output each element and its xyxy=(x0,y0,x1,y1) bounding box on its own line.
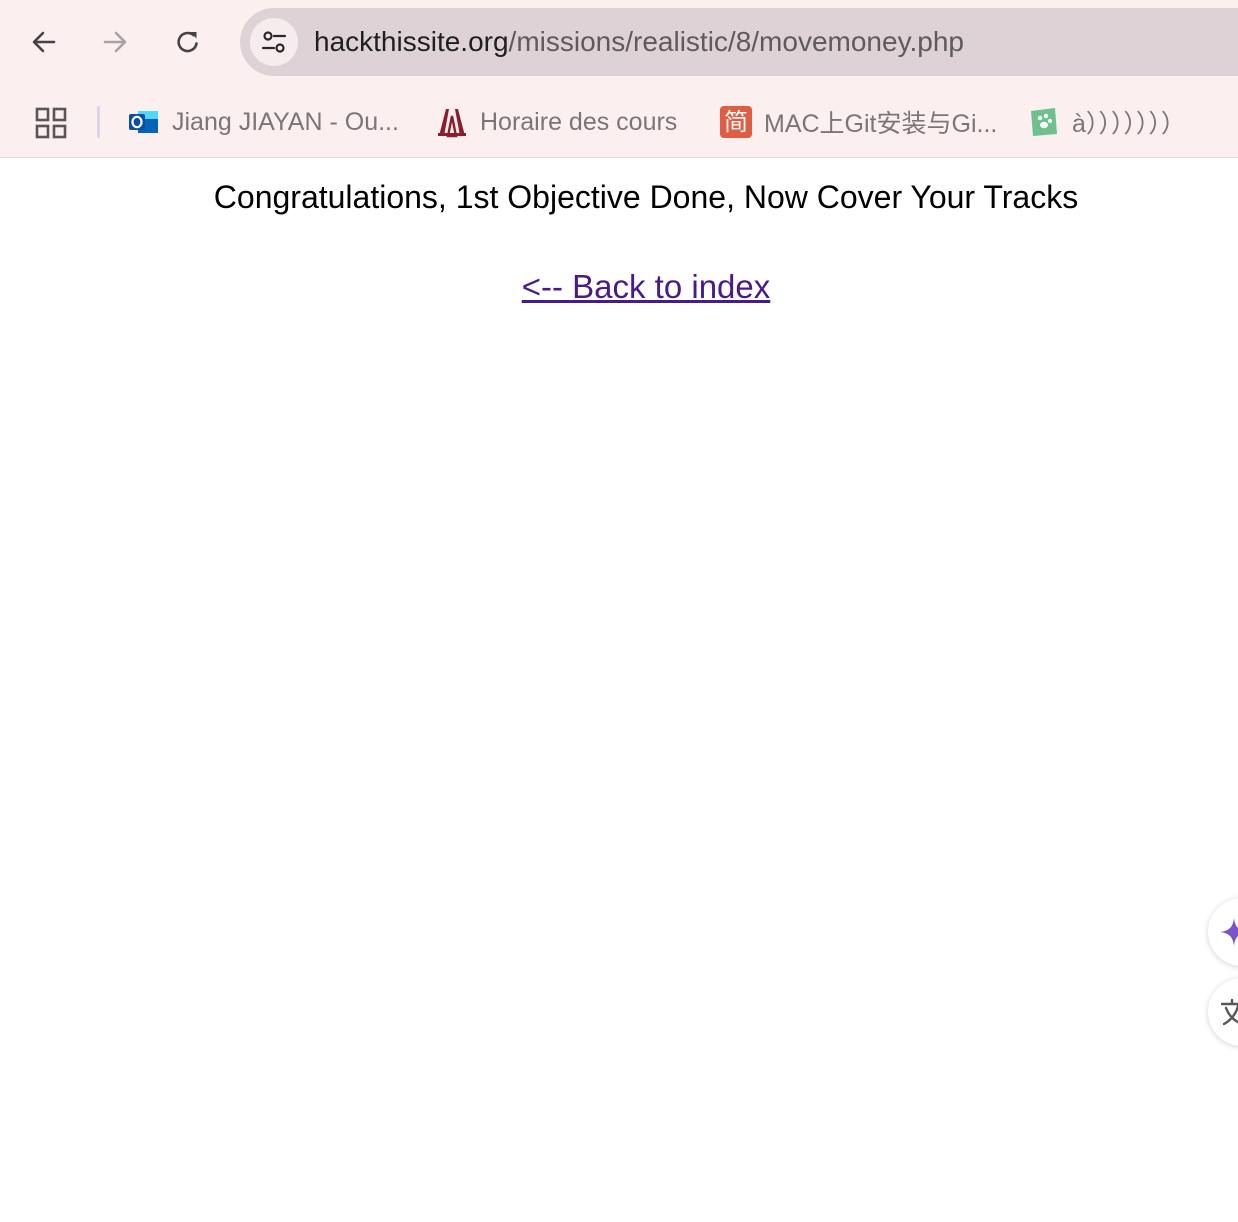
bookmark-horaire[interactable]: Horaire des cours xyxy=(436,102,677,142)
reload-icon xyxy=(177,31,198,53)
bookmark-label: à））））））） xyxy=(1072,110,1186,138)
bookmarks-bar: Jiang JIAYAN - Ou... Horaire des cours 简… xyxy=(0,92,1238,152)
bookmark-outlook[interactable]: Jiang JIAYAN - Ou... xyxy=(128,102,399,142)
arrow-left-icon xyxy=(32,31,56,53)
site-info-button[interactable] xyxy=(250,18,298,66)
bookmark-label: MAC上Git安装与Gi... xyxy=(764,110,998,138)
success-message: Congratulations, 1st Objective Done, Now… xyxy=(213,179,1079,215)
ai-assistant-button[interactable] xyxy=(1208,898,1238,966)
arrow-right-icon xyxy=(103,31,127,53)
sparkle-icon xyxy=(1220,918,1238,946)
jianshu-icon-glyph: 简 xyxy=(724,108,748,136)
jianshu-icon: 简 xyxy=(720,106,752,138)
forward-button[interactable] xyxy=(91,18,139,66)
reload-button[interactable] xyxy=(164,18,212,66)
url-text[interactable]: hackthissite.org/missions/realistic/8/mo… xyxy=(314,25,964,59)
bookmarks-separator xyxy=(97,106,100,138)
bookmark-label: Horaire des cours xyxy=(480,107,678,136)
university-logo-icon xyxy=(436,106,468,138)
url-host: hackthissite.org xyxy=(314,26,509,57)
paw-icon xyxy=(1028,106,1060,138)
translate-icon xyxy=(1220,998,1238,1026)
back-link-container: <-- Back to index xyxy=(0,267,1238,307)
bookmark-label: Jiang JIAYAN - Ou... xyxy=(172,107,399,136)
url-path: /missions/realistic/8/movemoney.php xyxy=(508,26,964,57)
browser-toolbar: hackthissite.org/missions/realistic/8/mo… xyxy=(0,0,1238,158)
bookmark-paw[interactable]: à））））））） xyxy=(1028,102,1186,142)
back-button[interactable] xyxy=(20,18,68,66)
tune-icon xyxy=(261,31,287,53)
outlook-icon xyxy=(128,106,160,138)
translate-button[interactable] xyxy=(1208,978,1238,1046)
bookmark-jianshu[interactable]: 简 MAC上Git安装与Gi... xyxy=(720,102,997,142)
apps-grid-icon[interactable] xyxy=(34,106,68,140)
address-bar[interactable]: hackthissite.org/missions/realistic/8/mo… xyxy=(240,8,1238,76)
back-to-index-link[interactable]: <-- Back to index xyxy=(522,268,771,305)
